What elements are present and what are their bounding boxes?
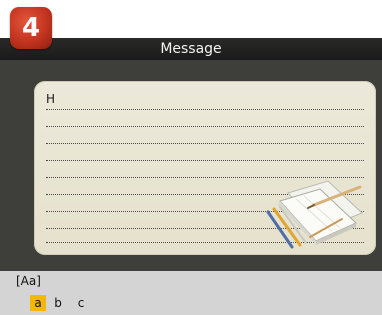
message-text: H [46,92,56,106]
notebook-with-pencils-icon [266,180,363,249]
ruled-line [46,143,364,144]
step-number-badge: 4 [10,7,52,49]
input-mode-indicator[interactable]: [Aa] [16,274,41,288]
message-text-area[interactable]: H [34,81,376,255]
ruled-line [46,126,364,127]
candidate-a[interactable]: a [30,295,46,311]
ruled-line [46,177,364,178]
page-title: Message [160,41,222,57]
ruled-line [46,109,364,110]
candidate-b[interactable]: b [52,295,64,311]
candidate-c[interactable]: c [75,295,87,311]
ruled-line [46,160,364,161]
